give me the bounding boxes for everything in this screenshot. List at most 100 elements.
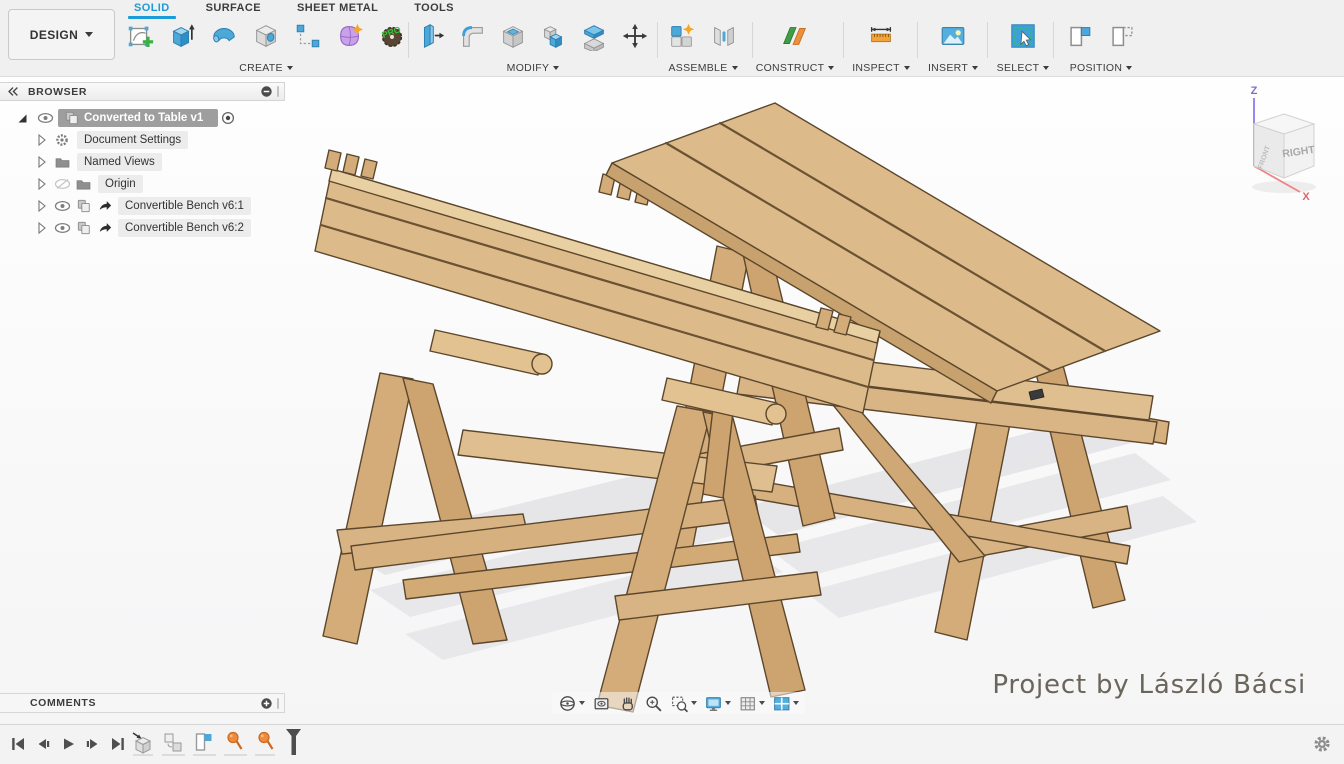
- model-canvas[interactable]: BROWSER: [0, 78, 1344, 724]
- select-icon[interactable]: [1005, 17, 1042, 54]
- create-sketch-icon[interactable]: [122, 17, 159, 54]
- new-component-icon[interactable]: [664, 17, 701, 54]
- go-to-start-button[interactable]: [8, 733, 28, 755]
- group-label-position[interactable]: POSITION: [1059, 62, 1143, 74]
- browser-header[interactable]: BROWSER: [0, 82, 285, 101]
- chevron-down-icon: [691, 701, 697, 705]
- eye-off-icon[interactable]: [54, 178, 71, 190]
- tab-solid[interactable]: SOLID: [132, 1, 172, 17]
- tab-surface[interactable]: SURFACE: [204, 1, 263, 17]
- viewports-icon[interactable]: [770, 693, 801, 714]
- display-settings-icon[interactable]: [702, 693, 733, 714]
- go-to-end-button[interactable]: [108, 733, 128, 755]
- create-form-icon[interactable]: [332, 17, 369, 54]
- pin-icon[interactable]: [254, 728, 278, 763]
- workspace-label: DESIGN: [30, 28, 78, 42]
- collapse-panel-icon[interactable]: [6, 85, 20, 98]
- window-zoom-icon[interactable]: [668, 693, 699, 714]
- chevron-expand-icon[interactable]: [38, 134, 46, 146]
- toolbar-group-construct: CONSTRUCT: [757, 17, 833, 75]
- grid-and-snaps-icon[interactable]: [736, 693, 767, 714]
- joint-icon[interactable]: [706, 17, 743, 54]
- chevron-expand-icon[interactable]: [38, 200, 46, 212]
- toolbar-group-select: SELECT: [992, 17, 1054, 75]
- panel-grip[interactable]: [277, 698, 279, 709]
- pan-icon[interactable]: [616, 693, 639, 714]
- chevron-expand-icon[interactable]: [38, 178, 46, 190]
- workspace-switcher[interactable]: DESIGN: [8, 9, 115, 60]
- tree-item-pill[interactable]: Document Settings: [77, 131, 188, 149]
- root-component-pill[interactable]: Converted to Table v1: [58, 109, 218, 127]
- pro-feature-icon[interactable]: PRO: [374, 17, 411, 54]
- tree-row-origin[interactable]: Origin: [0, 173, 285, 195]
- rectangular-pattern-icon[interactable]: [290, 17, 327, 54]
- group-label-construct[interactable]: CONSTRUCT: [757, 62, 833, 74]
- capture-position-marker-icon[interactable]: [192, 728, 216, 763]
- construct-plane-icon[interactable]: [777, 17, 814, 54]
- revolve-icon[interactable]: [206, 17, 243, 54]
- hole-icon[interactable]: [248, 17, 285, 54]
- expand-triangle-icon[interactable]: [17, 113, 28, 124]
- tree-row-root[interactable]: Converted to Table v1: [0, 107, 285, 129]
- derive-feature-icon[interactable]: [130, 728, 154, 763]
- group-modify-text: MODIFY: [507, 62, 550, 74]
- root-component-label: Converted to Table v1: [84, 109, 203, 127]
- fillet-icon[interactable]: [454, 17, 490, 54]
- shell-icon[interactable]: [495, 17, 531, 54]
- insert-image-icon[interactable]: [935, 17, 972, 54]
- tree-row-document-settings[interactable]: Document Settings: [0, 129, 285, 151]
- tree-row-bench-1[interactable]: Convertible Bench v6:1: [0, 195, 285, 217]
- toolbar-group-insert: INSERT: [922, 17, 984, 75]
- model-viewport[interactable]: [285, 78, 1344, 724]
- tree-row-named-views[interactable]: Named Views: [0, 151, 285, 173]
- group-label-create[interactable]: CREATE: [121, 62, 411, 74]
- viewcube[interactable]: Z X RIGHT FRONT: [1204, 84, 1336, 206]
- panel-grip[interactable]: [277, 86, 279, 97]
- group-label-inspect[interactable]: INSPECT: [848, 62, 914, 74]
- group-label-assemble[interactable]: ASSEMBLE: [663, 62, 743, 74]
- comments-panel[interactable]: COMMENTS: [0, 693, 285, 713]
- group-label-select[interactable]: SELECT: [992, 62, 1054, 74]
- tree-item-pill[interactable]: Named Views: [77, 153, 162, 171]
- timeline-playhead[interactable]: [285, 728, 303, 763]
- ribbon-toolbar: DESIGN SOLID SURFACE SHEET METAL TOOLS: [0, 0, 1344, 77]
- tab-sheet-metal[interactable]: SHEET METAL: [295, 1, 380, 17]
- chevron-expand-icon[interactable]: [38, 156, 46, 168]
- split-body-icon[interactable]: [576, 17, 612, 54]
- look-at-icon[interactable]: [590, 693, 613, 714]
- eye-icon[interactable]: [54, 200, 71, 212]
- revert-position-icon[interactable]: [1104, 17, 1141, 54]
- timeline-settings-gear-icon[interactable]: [1312, 734, 1332, 759]
- tree-item-pill[interactable]: Convertible Bench v6:2: [118, 219, 251, 237]
- fusion-window: DESIGN SOLID SURFACE SHEET METAL TOOLS: [0, 0, 1344, 764]
- eye-icon[interactable]: [54, 222, 71, 234]
- measure-icon[interactable]: [863, 17, 900, 54]
- chevron-down-icon: [759, 701, 765, 705]
- add-comment-icon[interactable]: [260, 697, 273, 710]
- pin-icon[interactable]: [223, 728, 247, 763]
- play-button[interactable]: [58, 733, 78, 755]
- chevron-down-icon: [904, 66, 910, 70]
- tab-tools[interactable]: TOOLS: [412, 1, 456, 17]
- group-position-text: POSITION: [1070, 62, 1123, 74]
- orbit-icon[interactable]: [556, 693, 587, 714]
- move-copy-icon[interactable]: [617, 17, 653, 54]
- step-forward-button[interactable]: [83, 733, 103, 755]
- chevron-expand-icon[interactable]: [38, 222, 46, 234]
- eye-icon[interactable]: [37, 112, 54, 124]
- activate-radio-icon[interactable]: [221, 111, 235, 125]
- group-label-insert[interactable]: INSERT: [922, 62, 984, 74]
- combine-icon[interactable]: [536, 17, 572, 54]
- zoom-icon[interactable]: [642, 693, 665, 714]
- tree-item-pill[interactable]: Convertible Bench v6:1: [118, 197, 251, 215]
- tree-row-bench-2[interactable]: Convertible Bench v6:2: [0, 217, 285, 239]
- collapse-all-icon[interactable]: [260, 85, 273, 98]
- extrude-icon[interactable]: [164, 17, 201, 54]
- tree-item-pill[interactable]: Origin: [98, 175, 143, 193]
- step-back-button[interactable]: [33, 733, 53, 755]
- capture-position-icon[interactable]: [1062, 17, 1099, 54]
- press-pull-icon[interactable]: [413, 17, 449, 54]
- component-icon: [77, 221, 91, 235]
- component-group-icon[interactable]: [161, 728, 185, 763]
- group-label-modify[interactable]: MODIFY: [413, 62, 653, 74]
